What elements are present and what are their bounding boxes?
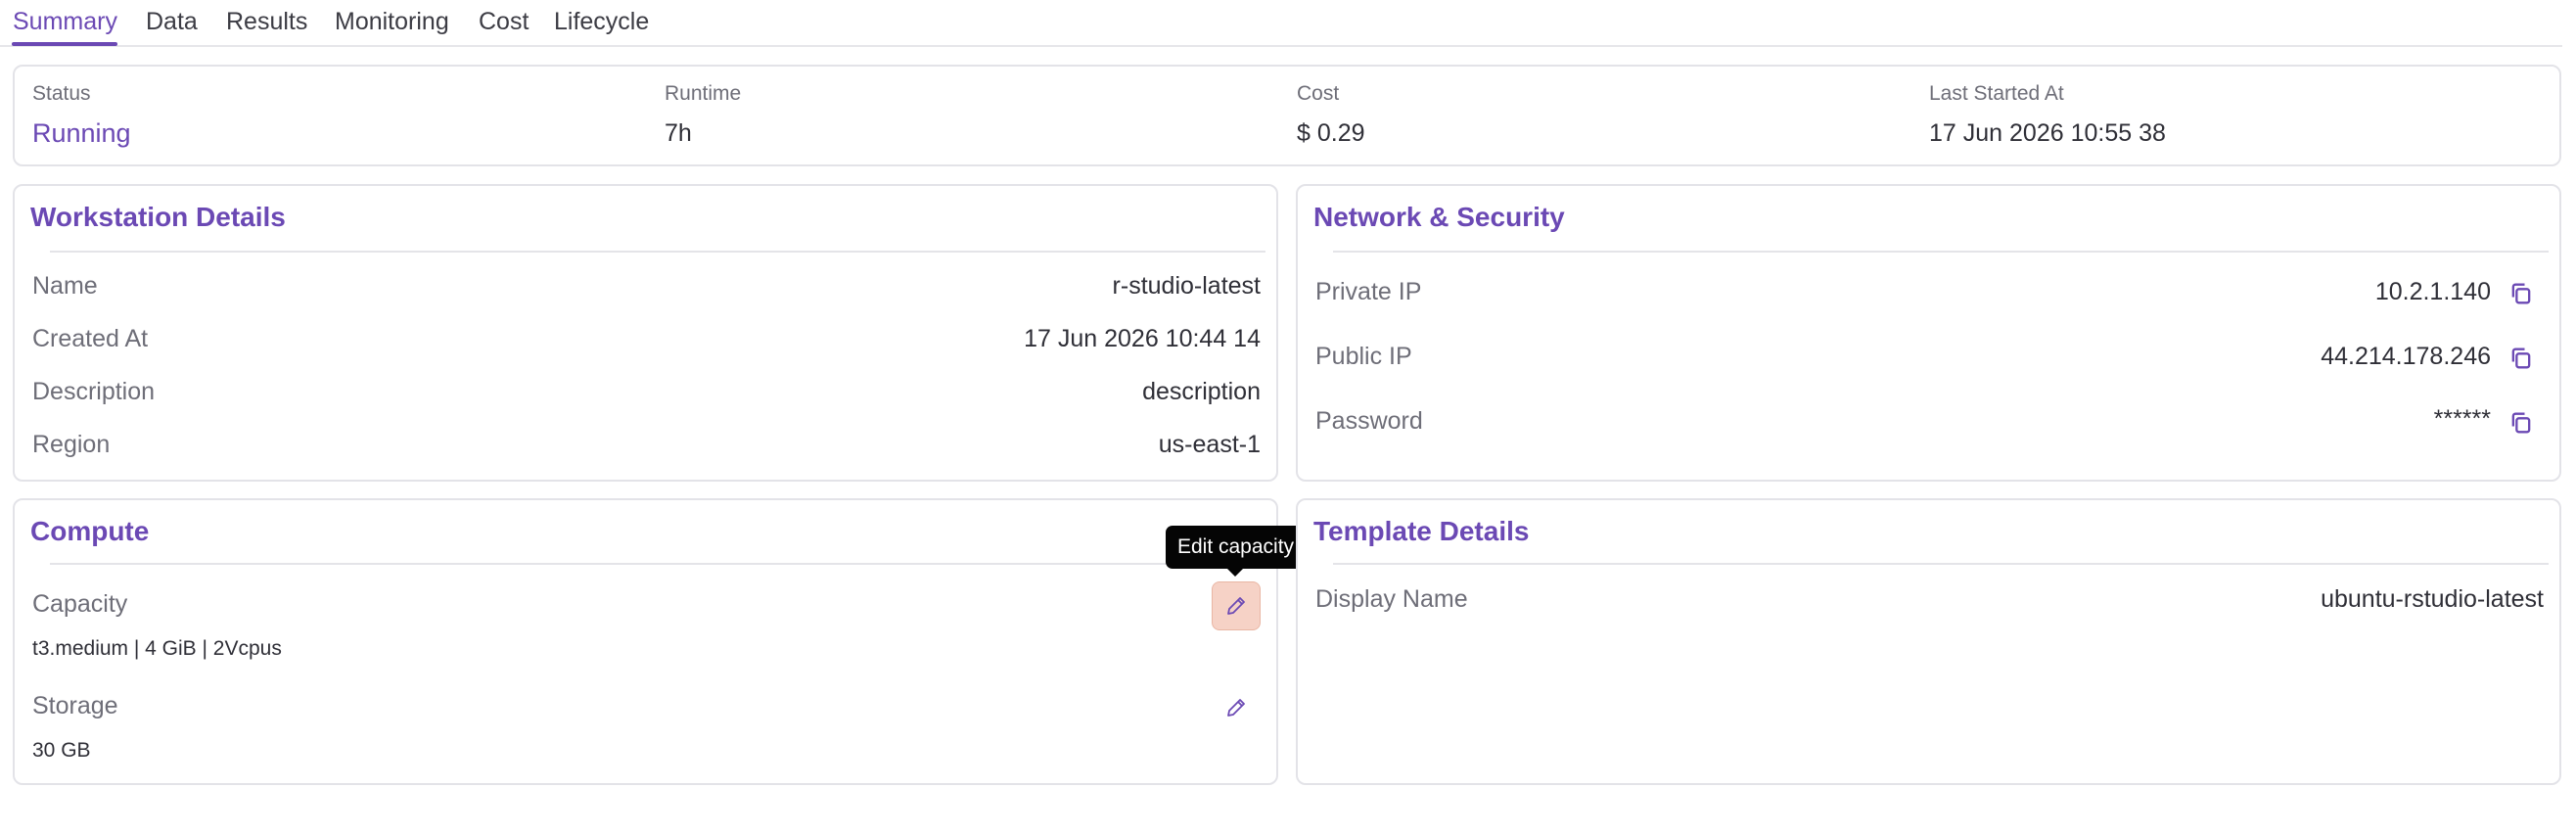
region-value: us-east-1	[1158, 431, 1261, 458]
summary-card: Status Running Runtime 7h Cost $ 0.29 La…	[13, 65, 2561, 166]
private-ip-value: 10.2.1.140	[2374, 278, 2491, 305]
capacity-value: t3.medium | 4 GiB | 2Vcpus	[32, 637, 282, 660]
public-ip-value: 44.214.178.246	[2321, 343, 2491, 370]
cost-label: Cost	[1297, 82, 1340, 105]
name-value: r-studio-latest	[1112, 272, 1261, 300]
network-security-title: Network & Security	[1313, 202, 1565, 232]
tab-monitoring[interactable]: Monitoring	[335, 8, 449, 36]
cost-value: $ 0.29	[1297, 119, 1365, 147]
last-started-value: 17 Jun 2026 10:55 38	[1929, 119, 2166, 147]
copy-icon	[2511, 348, 2531, 369]
divider	[50, 251, 1265, 253]
password-value: ******	[2433, 405, 2491, 433]
created-at-label: Created At	[32, 325, 149, 352]
pencil-icon	[1227, 699, 1245, 717]
copy-private-ip-button[interactable]	[2507, 280, 2535, 307]
password-label: Password	[1315, 407, 1423, 435]
divider	[50, 563, 1265, 565]
compute-title: Compute	[30, 516, 150, 546]
divider	[1333, 251, 2549, 253]
storage-label: Storage	[32, 692, 118, 719]
status-value: Running	[32, 118, 131, 148]
tab-bar: Summary Data Results Monitoring Cost Lif…	[0, 0, 2562, 47]
divider	[1333, 563, 2549, 565]
compute-card: Compute Capacity t3.medium | 4 GiB | 2Vc…	[13, 498, 1278, 785]
created-at-value: 17 Jun 2026 10:44 14	[1024, 325, 1261, 352]
private-ip-label: Private IP	[1315, 278, 1422, 305]
runtime-value: 7h	[665, 119, 692, 147]
pencil-icon	[1227, 597, 1245, 615]
description-value: description	[1142, 378, 1261, 405]
display-name-label: Display Name	[1315, 585, 1468, 613]
tab-summary[interactable]: Summary	[13, 8, 117, 36]
last-started-label: Last Started At	[1929, 82, 2064, 105]
runtime-label: Runtime	[665, 82, 742, 105]
network-security-card: Network & Security Private IP 10.2.1.140…	[1296, 184, 2561, 482]
capacity-label: Capacity	[32, 590, 128, 618]
copy-icon	[2511, 283, 2531, 304]
workstation-details-card: Workstation Details Name r-studio-latest…	[13, 184, 1278, 482]
edit-capacity-button[interactable]	[1212, 581, 1261, 630]
copy-icon	[2511, 412, 2531, 434]
template-details-card: Template Details Display Name ubuntu-rst…	[1296, 498, 2561, 785]
storage-value: 30 GB	[32, 739, 91, 762]
display-name-value: ubuntu-rstudio-latest	[2321, 585, 2544, 613]
tab-data[interactable]: Data	[146, 8, 198, 36]
tooltip-arrow	[1226, 568, 1244, 577]
status-label: Status	[32, 82, 91, 105]
copy-password-button[interactable]	[2507, 409, 2535, 437]
name-label: Name	[32, 272, 98, 300]
edit-storage-button[interactable]	[1212, 683, 1261, 732]
copy-public-ip-button[interactable]	[2507, 345, 2535, 372]
tab-cost[interactable]: Cost	[479, 8, 529, 36]
edit-capacity-tooltip: Edit capacity	[1166, 526, 1306, 569]
public-ip-label: Public IP	[1315, 343, 1412, 370]
workstation-details-title: Workstation Details	[30, 202, 286, 232]
tab-results[interactable]: Results	[226, 8, 307, 36]
active-tab-indicator	[12, 42, 117, 46]
region-label: Region	[32, 431, 111, 458]
template-details-title: Template Details	[1313, 516, 1530, 546]
description-label: Description	[32, 378, 156, 405]
tab-lifecycle[interactable]: Lifecycle	[554, 8, 649, 36]
